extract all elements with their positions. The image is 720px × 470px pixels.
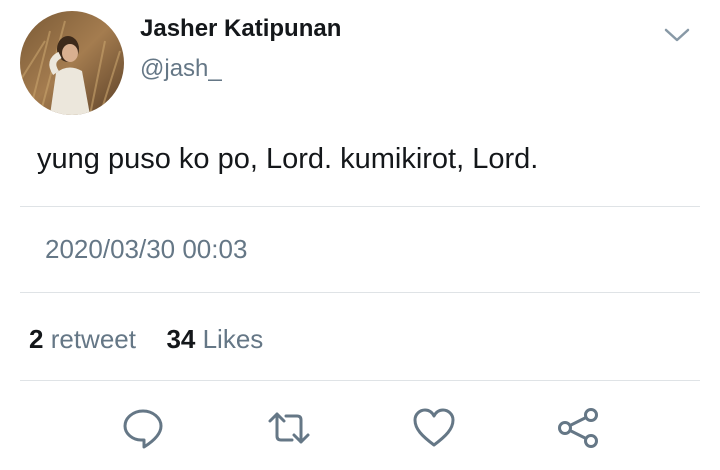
reply-button[interactable] bbox=[121, 406, 165, 450]
display-name[interactable]: Jasher Katipunan bbox=[140, 15, 341, 43]
avatar[interactable] bbox=[20, 11, 124, 115]
heart-icon bbox=[413, 408, 455, 447]
avatar-photo bbox=[20, 11, 124, 115]
divider bbox=[20, 380, 700, 381]
like-button[interactable] bbox=[412, 406, 456, 450]
like-count[interactable]: 34 bbox=[166, 324, 195, 354]
engagement-stats: 2 retweet 34 Likes bbox=[29, 324, 263, 355]
chevron-down-icon[interactable] bbox=[660, 18, 694, 52]
reply-icon bbox=[123, 409, 163, 449]
user-handle[interactable]: @jash_ bbox=[140, 55, 222, 83]
share-button[interactable] bbox=[556, 406, 600, 450]
retweet-button[interactable] bbox=[267, 406, 311, 450]
retweet-label[interactable]: retweet bbox=[51, 324, 136, 354]
like-label[interactable]: Likes bbox=[203, 324, 264, 354]
tweet-timestamp: 2020/03/30 00:03 bbox=[45, 234, 248, 264]
share-icon bbox=[558, 408, 598, 448]
divider bbox=[20, 206, 700, 207]
retweet-icon bbox=[268, 412, 310, 444]
tweet-text: yung puso ko po, Lord. kumikirot, Lord. bbox=[37, 143, 539, 175]
retweet-count[interactable]: 2 bbox=[29, 324, 43, 354]
divider bbox=[20, 292, 700, 293]
